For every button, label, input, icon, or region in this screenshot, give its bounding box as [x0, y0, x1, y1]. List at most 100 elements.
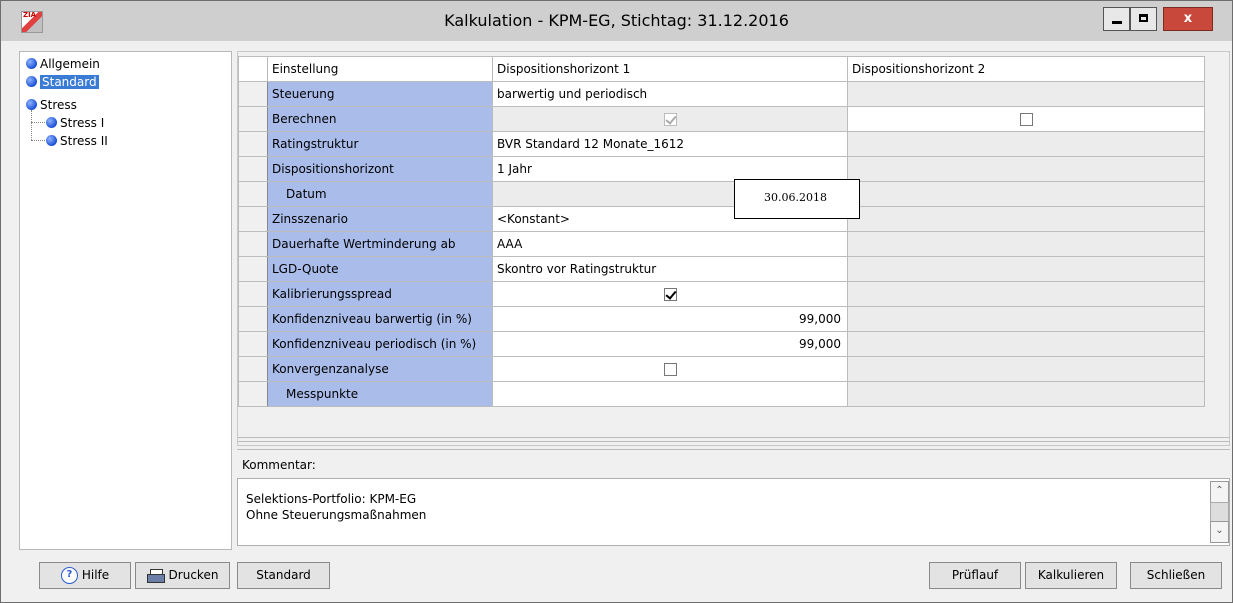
cell-value[interactable] [847, 131, 1205, 157]
row-label: LGD-Quote [267, 256, 493, 282]
comment-label: Kommentar: [242, 458, 316, 472]
row-label: Kalibrierungsspread [267, 281, 493, 307]
row-label: Konfidenzniveau barwertig (in %) [267, 306, 493, 332]
cell-value[interactable] [847, 231, 1205, 257]
print-button[interactable]: Drucken [135, 562, 230, 589]
row-label: Zinsszenario [267, 206, 493, 232]
row-header[interactable] [238, 256, 268, 282]
grid-bottom-divider [238, 437, 1229, 442]
help-icon: ? [60, 567, 78, 584]
scenario-tree: Allgemein Standard Stress Stress I Stres… [19, 51, 232, 550]
table-row: Dispositionshorizont 1 Jahr [238, 156, 1205, 182]
table-row: Zinsszenario <Konstant> [238, 206, 1205, 232]
row-label: Datum [267, 181, 493, 207]
cell-value[interactable] [847, 206, 1205, 232]
tree-item-label: Stress II [60, 134, 108, 148]
cell-value[interactable] [847, 356, 1205, 382]
cell-value[interactable]: BVR Standard 12 Monate_1612 [492, 131, 848, 157]
konvergenzanalyse-checkbox[interactable] [663, 363, 677, 376]
cell-checkbox-cell [492, 356, 848, 382]
table-row: Konfidenzniveau barwertig (in %) 99,000 [238, 306, 1205, 332]
maximize-button[interactable] [1130, 7, 1157, 31]
row-header[interactable] [238, 106, 268, 132]
column-header[interactable]: Dispositionshorizont 1 [492, 56, 848, 82]
node-icon [46, 135, 57, 146]
row-header[interactable] [238, 381, 268, 407]
cell-checkbox-cell [847, 106, 1205, 132]
cell-value[interactable]: Skontro vor Ratingstruktur [492, 256, 848, 282]
column-header[interactable]: Dispositionshorizont 2 [847, 56, 1205, 82]
close-window-button[interactable]: x [1163, 7, 1213, 31]
comment-separator [237, 449, 1230, 450]
row-header[interactable] [238, 81, 268, 107]
cell-value[interactable] [847, 181, 1205, 207]
cell-value[interactable] [492, 381, 848, 407]
window-title: Kalkulation - KPM-EG, Stichtag: 31.12.20… [444, 11, 789, 30]
cell-value[interactable]: barwertig und periodisch [492, 81, 848, 107]
kalibrierungsspread-checkbox[interactable] [663, 288, 677, 301]
table-row: Ratingstruktur BVR Standard 12 Monate_16… [238, 131, 1205, 157]
row-label: Dispositionshorizont [267, 156, 493, 182]
comment-text: Selektions-Portfolio: KPM-EG Ohne Steuer… [246, 491, 426, 523]
row-header-corner [238, 56, 268, 82]
row-header[interactable] [238, 206, 268, 232]
cell-value[interactable] [847, 381, 1205, 407]
cell-checkbox-cell [492, 106, 848, 132]
help-button[interactable]: ? Hilfe [39, 562, 131, 589]
minimize-button[interactable] [1103, 7, 1130, 31]
node-icon [26, 76, 37, 87]
cell-value[interactable]: 99,000 [492, 331, 848, 357]
row-header[interactable] [238, 331, 268, 357]
row-header[interactable] [238, 181, 268, 207]
date-picker-popup[interactable]: 30.06.2018 [734, 179, 860, 219]
standard-button[interactable]: Standard [237, 562, 330, 589]
row-header[interactable] [238, 281, 268, 307]
tree-item-label: Stress I [60, 116, 105, 130]
column-header[interactable]: Einstellung [267, 56, 493, 82]
comment-textarea[interactable]: Selektions-Portfolio: KPM-EG Ohne Steuer… [237, 478, 1230, 546]
row-header[interactable] [238, 306, 268, 332]
cell-value[interactable] [847, 331, 1205, 357]
row-label: Dauerhafte Wertminderung ab [267, 231, 493, 257]
cell-value[interactable]: 99,000 [492, 306, 848, 332]
cell-value[interactable] [847, 306, 1205, 332]
tree-item-stress[interactable]: Stress [26, 97, 77, 113]
cell-checkbox-cell [492, 281, 848, 307]
table-row: LGD-Quote Skontro vor Ratingstruktur [238, 256, 1205, 282]
cell-value[interactable]: AAA [492, 231, 848, 257]
tree-item-allgemein[interactable]: Allgemein [26, 56, 100, 72]
table-row: Berechnen [238, 106, 1205, 132]
row-header[interactable] [238, 156, 268, 182]
row-header[interactable] [238, 131, 268, 157]
tree-item-standard[interactable]: Standard [26, 74, 99, 90]
row-header[interactable] [238, 231, 268, 257]
title-bar[interactable]: ZIA Kalkulation - KPM-EG, Stichtag: 31.1… [1, 1, 1232, 41]
row-label: Messpunkte [267, 381, 493, 407]
berechnen-checkbox-1[interactable] [663, 113, 677, 126]
scroll-thumb[interactable] [1210, 502, 1229, 522]
node-icon [26, 99, 37, 110]
calculate-button[interactable]: Kalkulieren [1025, 562, 1117, 589]
cell-value[interactable] [847, 81, 1205, 107]
maximize-icon [1139, 14, 1148, 22]
help-button-label: Hilfe [81, 568, 110, 582]
scroll-down-arrow-icon[interactable]: ⌄ [1210, 521, 1229, 543]
scroll-up-arrow-icon[interactable]: ⌃ [1210, 481, 1229, 503]
row-label: Konfidenzniveau periodisch (in %) [267, 331, 493, 357]
comment-scrollbar[interactable]: ⌃ ⌄ [1210, 481, 1229, 543]
check-run-button[interactable]: Prüflauf [929, 562, 1021, 589]
berechnen-checkbox-2[interactable] [1019, 113, 1033, 126]
tree-connector [31, 140, 45, 141]
cell-value[interactable] [847, 281, 1205, 307]
close-button[interactable]: Schließen [1130, 562, 1222, 589]
comment-line: Ohne Steuerungsmaßnahmen [246, 508, 427, 522]
row-header[interactable] [238, 356, 268, 382]
cell-value[interactable]: 1 Jahr [492, 156, 848, 182]
dialog-window: ZIA Kalkulation - KPM-EG, Stichtag: 31.1… [0, 0, 1233, 603]
cell-value[interactable] [847, 156, 1205, 182]
tree-item-stress-1[interactable]: Stress I [46, 115, 104, 131]
tree-item-stress-2[interactable]: Stress II [46, 133, 108, 149]
grid-header-row: Einstellung Dispositionshorizont 1 Dispo… [238, 56, 1205, 82]
settings-grid: Einstellung Dispositionshorizont 1 Dispo… [238, 56, 1205, 407]
cell-value[interactable] [847, 256, 1205, 282]
